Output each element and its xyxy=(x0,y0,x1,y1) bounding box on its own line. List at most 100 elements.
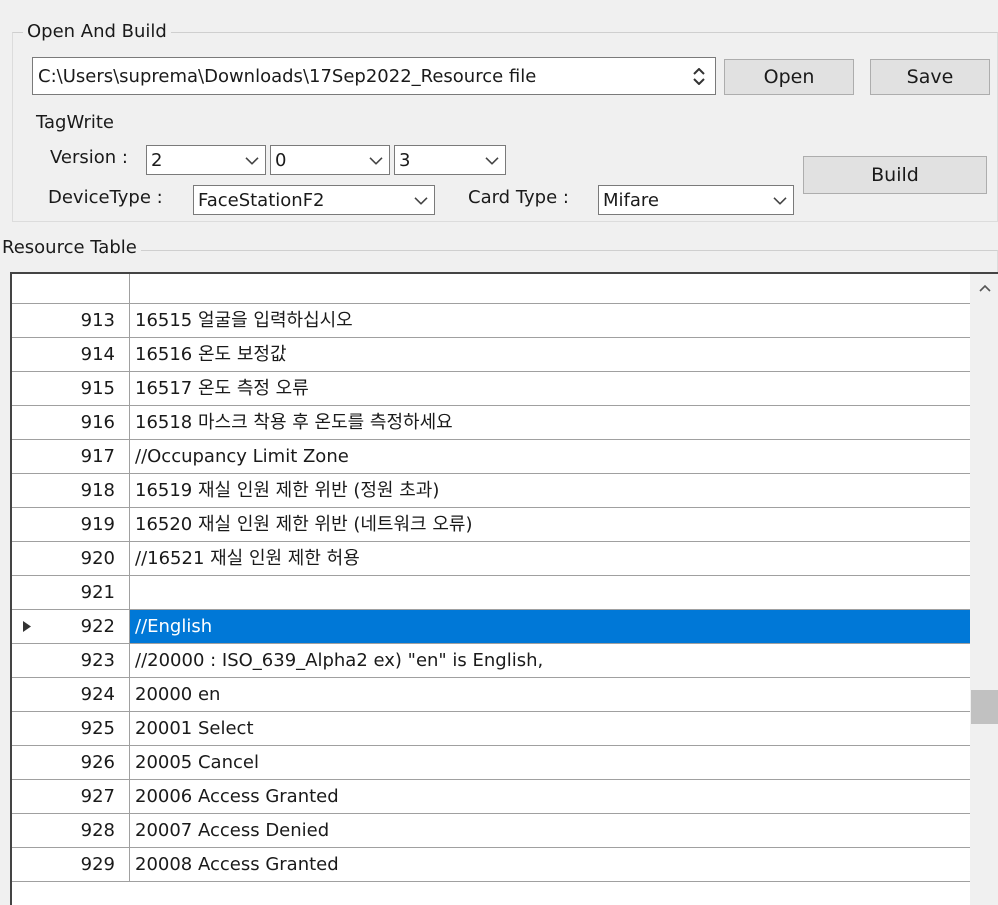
row-number: 916 xyxy=(42,406,130,439)
row-number: 913 xyxy=(42,304,130,337)
row-selector[interactable] xyxy=(12,372,42,405)
table-row[interactable]: 923//20000 : ISO_639_Alpha2 ex) "en" is … xyxy=(12,644,972,678)
row-selector[interactable] xyxy=(12,508,42,541)
row-selector[interactable] xyxy=(12,848,42,881)
row-selector[interactable] xyxy=(12,678,42,711)
path-spinner[interactable] xyxy=(683,58,715,94)
row-text-cell[interactable]: //Occupancy Limit Zone xyxy=(130,440,972,473)
row-number: 929 xyxy=(42,848,130,881)
row-selector[interactable] xyxy=(12,814,42,847)
dropdown-arrow-icon xyxy=(773,197,787,205)
resource-grid-body: 913 16515 얼굴을 입력하십시오 914 16516 온도 보정값 915 165… xyxy=(12,274,972,882)
version-minor-select[interactable]: 0 xyxy=(270,145,390,175)
table-row[interactable]: 921 xyxy=(12,576,972,610)
table-row[interactable]: 927 20006 Access Granted xyxy=(12,780,972,814)
device-type-value: FaceStationF2 xyxy=(198,189,325,211)
row-text-cell[interactable] xyxy=(130,576,972,609)
row-text-cell[interactable]: //20000 : ISO_639_Alpha2 ex) "en" is Eng… xyxy=(130,644,972,677)
row-number: 923 xyxy=(42,644,130,677)
card-type-label: Card Type : xyxy=(468,187,569,208)
table-row[interactable]: 920//16521 재실 인원 제한 허용 xyxy=(12,542,972,576)
open-button[interactable]: Open xyxy=(724,59,854,95)
row-number: 917 xyxy=(42,440,130,473)
grid-rows: 913 16515 얼굴을 입력하십시오 914 16516 온도 보정값 915 165… xyxy=(12,304,972,882)
row-number: 924 xyxy=(42,678,130,711)
row-number: 928 xyxy=(42,814,130,847)
table-row[interactable]: 919 16520 재실 인원 제한 위반 (네트워크 오류) xyxy=(12,508,972,542)
row-number: 927 xyxy=(42,780,130,813)
row-text-cell[interactable]: 20006 Access Granted xyxy=(130,780,972,813)
row-selector[interactable] xyxy=(12,712,42,745)
table-row[interactable]: 926 20005 Cancel xyxy=(12,746,972,780)
resource-grid[interactable]: 913 16515 얼굴을 입력하십시오 914 16516 온도 보정값 915 165… xyxy=(10,272,998,905)
version-label: Version : xyxy=(50,147,128,168)
table-row[interactable]: 918 16519 재실 인원 제한 위반 (정원 초과) xyxy=(12,474,972,508)
grid-header-row xyxy=(12,274,972,304)
table-row[interactable]: 917//Occupancy Limit Zone xyxy=(12,440,972,474)
row-text-cell[interactable]: 16519 재실 인원 제한 위반 (정원 초과) xyxy=(130,474,972,507)
dropdown-arrow-icon xyxy=(369,157,383,165)
row-selector[interactable] xyxy=(12,440,42,473)
row-selector[interactable] xyxy=(12,338,42,371)
tagwrite-label: TagWrite xyxy=(36,112,114,133)
row-number: 921 xyxy=(42,576,130,609)
row-text-cell[interactable]: 16517 온도 측정 오류 xyxy=(130,372,972,405)
row-selector[interactable] xyxy=(12,406,42,439)
row-number: 918 xyxy=(42,474,130,507)
file-path-input[interactable]: C:\Users\suprema\Downloads\17Sep2022_Res… xyxy=(32,57,716,95)
row-text-cell[interactable]: 16518 마스크 착용 후 온도를 측정하세요 xyxy=(130,406,972,439)
row-text-cell[interactable]: 20005 Cancel xyxy=(130,746,972,779)
row-text-cell[interactable]: //English xyxy=(130,610,972,643)
grid-header-text xyxy=(130,274,972,303)
row-text-cell[interactable]: 16515 얼굴을 입력하십시오 xyxy=(130,304,972,337)
current-row-arrow-icon xyxy=(23,621,31,632)
version-major-value: 2 xyxy=(151,149,163,171)
chevron-up-icon xyxy=(693,67,705,75)
table-row[interactable]: 928 20007 Access Denied xyxy=(12,814,972,848)
row-selector[interactable] xyxy=(12,304,42,337)
row-selector[interactable] xyxy=(12,780,42,813)
table-row[interactable]: 929 20008 Access Granted xyxy=(12,848,972,882)
grid-header-num xyxy=(42,274,130,303)
row-text-cell[interactable]: //16521 재실 인원 제한 허용 xyxy=(130,542,972,575)
row-number: 919 xyxy=(42,508,130,541)
row-selector[interactable] xyxy=(12,542,42,575)
table-row[interactable]: 916 16518 마스크 착용 후 온도를 측정하세요 xyxy=(12,406,972,440)
open-build-title: Open And Build xyxy=(23,21,171,43)
row-selector[interactable] xyxy=(12,474,42,507)
save-button[interactable]: Save xyxy=(870,59,990,95)
chevron-up-icon xyxy=(979,284,991,292)
row-selector[interactable] xyxy=(12,576,42,609)
row-text-cell[interactable]: 20001 Select xyxy=(130,712,972,745)
row-number: 920 xyxy=(42,542,130,575)
row-text-cell[interactable]: 20007 Access Denied xyxy=(130,814,972,847)
table-row[interactable]: 914 16516 온도 보정값 xyxy=(12,338,972,372)
scroll-up-arrow[interactable] xyxy=(970,278,998,298)
row-number: 926 xyxy=(42,746,130,779)
card-type-select[interactable]: Mifare xyxy=(598,185,794,215)
table-row[interactable]: 913 16515 얼굴을 입력하십시오 xyxy=(12,304,972,338)
row-number: 922 xyxy=(42,610,130,643)
table-row[interactable]: 915 16517 온도 측정 오류 xyxy=(12,372,972,406)
dropdown-arrow-icon xyxy=(245,157,259,165)
table-row[interactable]: 922//English xyxy=(12,610,972,644)
table-row[interactable]: 924 20000 en xyxy=(12,678,972,712)
row-selector[interactable] xyxy=(12,746,42,779)
version-major-select[interactable]: 2 xyxy=(146,145,266,175)
scroll-thumb[interactable] xyxy=(971,690,998,724)
device-type-select[interactable]: FaceStationF2 xyxy=(193,185,435,215)
row-number: 925 xyxy=(42,712,130,745)
row-number: 915 xyxy=(42,372,130,405)
version-patch-select[interactable]: 3 xyxy=(394,145,506,175)
card-type-value: Mifare xyxy=(603,189,659,211)
chevron-down-icon xyxy=(693,77,705,85)
row-text-cell[interactable]: 16516 온도 보정값 xyxy=(130,338,972,371)
vertical-scrollbar[interactable] xyxy=(970,274,998,905)
row-text-cell[interactable]: 20000 en xyxy=(130,678,972,711)
row-text-cell[interactable]: 16520 재실 인원 제한 위반 (네트워크 오류) xyxy=(130,508,972,541)
row-selector[interactable] xyxy=(12,644,42,677)
build-button[interactable]: Build xyxy=(803,156,987,194)
table-row[interactable]: 925 20001 Select xyxy=(12,712,972,746)
row-text-cell[interactable]: 20008 Access Granted xyxy=(130,848,972,881)
row-selector[interactable] xyxy=(12,610,42,643)
